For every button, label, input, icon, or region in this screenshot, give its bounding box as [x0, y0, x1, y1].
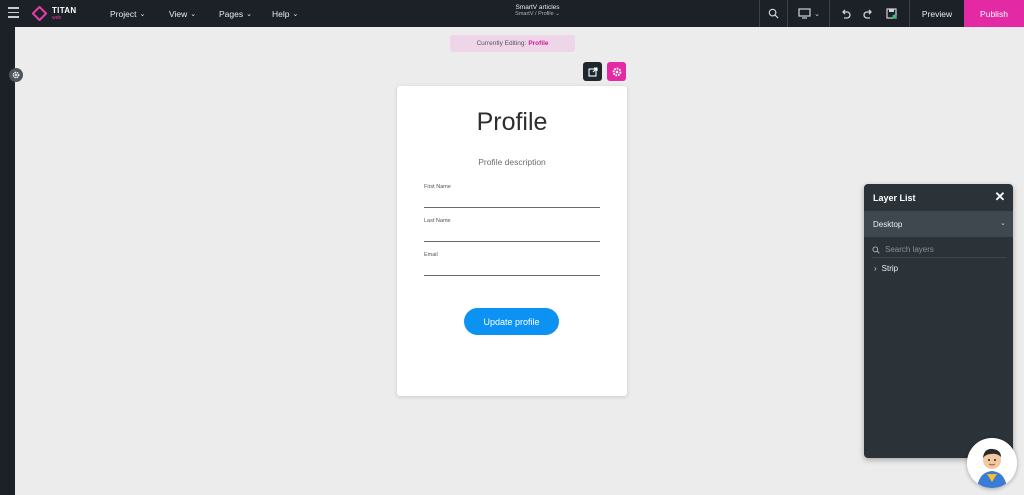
menu-project[interactable]: Project ⌄: [110, 0, 145, 27]
last-name-label: Last Name: [424, 218, 451, 224]
editing-prefix: Currently Editing:: [476, 40, 527, 47]
chevron-down-icon: ⌄: [814, 10, 820, 18]
layer-item-label: Strip: [881, 264, 899, 273]
chevron-down-icon: ⌄: [1000, 220, 1006, 227]
email-label: Email: [424, 252, 438, 258]
search-icon: [872, 245, 880, 254]
update-profile-button[interactable]: Update profile: [464, 308, 559, 335]
page-path: SmartV / Profile: [515, 11, 554, 18]
toolbar-divider: [787, 0, 788, 27]
layer-list-title: Layer List: [873, 192, 916, 203]
profile-description: Profile description: [478, 157, 546, 167]
device-select[interactable]: Desktop ⌄: [864, 211, 1013, 237]
layer-list-panel: Layer List ✕ Desktop ⌄ › Strip: [864, 184, 1013, 458]
first-name-label: First Name: [424, 184, 451, 190]
chevron-down-icon: ⌄: [292, 10, 299, 18]
chevron-down-icon: ⌄: [246, 10, 252, 18]
menu-help-label: Help: [272, 8, 290, 19]
layer-search[interactable]: [872, 242, 1007, 258]
logo-title: TITAN: [52, 5, 77, 15]
device-select-value: Desktop: [873, 219, 903, 229]
preview-button[interactable]: Preview: [910, 0, 964, 27]
first-name-field[interactable]: First Name: [424, 184, 600, 208]
titan-logo[interactable]: TITAN web: [32, 5, 76, 22]
profile-card[interactable]: Profile Profile description First Name L…: [397, 86, 627, 396]
layer-list-header: Layer List ✕: [864, 184, 1013, 211]
layer-item-strip[interactable]: › Strip: [874, 264, 1013, 273]
left-sidebar: [0, 27, 15, 495]
menu-help[interactable]: Help ⌄: [272, 0, 298, 27]
titan-logo-icon: [32, 6, 47, 21]
menu-view-label: View: [169, 8, 188, 19]
close-icon[interactable]: ✕: [993, 190, 1007, 204]
chevron-down-icon: ⌄: [555, 11, 560, 18]
redo-icon[interactable]: [859, 0, 877, 27]
last-name-field[interactable]: Last Name: [424, 218, 600, 242]
menu-pages-label: Pages: [219, 8, 244, 19]
card-settings-button[interactable]: [607, 62, 626, 81]
save-icon[interactable]: [882, 0, 900, 27]
chevron-down-icon: ⌄: [190, 10, 197, 18]
last-name-input[interactable]: [424, 227, 600, 242]
publish-button[interactable]: Publish: [964, 0, 1024, 27]
chevron-down-icon: ⌄: [139, 10, 146, 18]
top-toolbar: TITAN web Project ⌄ View ⌄ Pages ⌄ Help ⌄ Sm…: [0, 0, 1024, 27]
menu-project-label: Project: [110, 8, 137, 19]
external-link-icon: [587, 66, 598, 77]
chevron-right-icon[interactable]: ›: [874, 264, 877, 273]
profile-title: Profile: [476, 108, 548, 136]
undo-icon[interactable]: [836, 0, 854, 27]
search-icon[interactable]: [760, 0, 787, 27]
email-field[interactable]: Email: [424, 252, 600, 276]
settings-gear-icon[interactable]: [9, 68, 23, 82]
document-title[interactable]: SmartV articles SmartV / Profile ⌄: [480, 4, 595, 18]
open-external-button[interactable]: [583, 62, 602, 81]
desktop-icon[interactable]: ⌄: [792, 0, 826, 27]
email-input[interactable]: [424, 261, 600, 276]
site-name: SmartV articles: [515, 4, 560, 11]
logo-subtitle: web: [52, 14, 62, 21]
currently-editing-badge: Currently Editing: Profile: [450, 35, 575, 52]
layer-search-input[interactable]: [885, 245, 1005, 254]
gear-icon: [612, 67, 621, 76]
editing-page-name: Profile: [528, 40, 549, 47]
menu-view[interactable]: View ⌄: [169, 0, 196, 27]
menu-pages[interactable]: Pages ⌄: [219, 0, 252, 27]
toolbar-divider: [829, 0, 830, 27]
menu-icon[interactable]: [8, 7, 19, 18]
first-name-input[interactable]: [424, 193, 600, 208]
assistant-character-icon: [967, 438, 1017, 488]
help-assistant-avatar[interactable]: [967, 438, 1017, 488]
